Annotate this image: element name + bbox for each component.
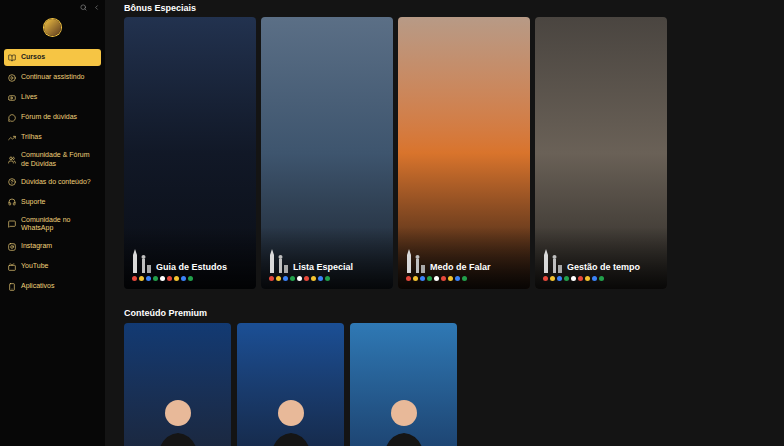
flag-row: [404, 276, 524, 281]
sidebar-item[interactable]: Comunidade & Fórum de Dúvidas: [4, 149, 101, 171]
sidebar-label: Comunidade & Fórum de Dúvidas: [21, 151, 97, 169]
flag-row: [267, 276, 387, 281]
sidebar-label: Trilhas: [21, 133, 42, 142]
person-photo-icon: [148, 383, 208, 446]
premium-row: [124, 323, 784, 446]
course-card[interactable]: Guia de Estudos: [124, 17, 256, 289]
course-card[interactable]: Medo de Falar: [398, 17, 530, 289]
app: Cursos Continuar assistindo Lives Fórum de …: [0, 0, 784, 446]
sidebar-item[interactable]: YouTube: [4, 258, 101, 275]
person-photo-icon: [261, 383, 321, 446]
sidebar-menu: Cursos Continuar assistindo Lives Fórum de …: [0, 49, 105, 295]
menu-icon: [8, 263, 16, 271]
landmarks-icon: [404, 247, 426, 273]
sidebar-label: Lives: [21, 93, 37, 102]
flag-row: [130, 276, 250, 281]
card-title: Gestão de tempo: [567, 263, 640, 273]
menu-icon: [8, 74, 16, 82]
menu-icon: [8, 178, 16, 186]
card-title: Guia de Estudos: [156, 263, 227, 273]
search-icon[interactable]: [80, 4, 87, 11]
sidebar-item[interactable]: Dúvidas do conteúdo?: [4, 174, 101, 191]
menu-icon: [8, 283, 16, 291]
course-card[interactable]: Lista Especial: [261, 17, 393, 289]
bonus-row: Guia de Estudos Lista Especial Medo de Fal…: [124, 17, 784, 289]
sidebar-label: Instagram: [21, 242, 52, 251]
sidebar-item[interactable]: Cursos: [4, 49, 101, 66]
landmarks-icon: [267, 247, 289, 273]
menu-icon: [8, 114, 16, 122]
premium-card[interactable]: [237, 323, 344, 446]
menu-icon: [8, 54, 16, 62]
flag-row: [541, 276, 661, 281]
sidebar-label: Fórum de dúvidas: [21, 113, 77, 122]
card-title: Medo de Falar: [430, 263, 491, 273]
sidebar-item[interactable]: Continuar assistindo: [4, 69, 101, 86]
landmarks-icon: [130, 247, 152, 273]
avatar[interactable]: [44, 19, 61, 36]
sidebar-item[interactable]: Suporte: [4, 194, 101, 211]
sidebar-item[interactable]: Trilhas: [4, 129, 101, 146]
sidebar-item[interactable]: Fórum de dúvidas: [4, 109, 101, 126]
collapse-icon[interactable]: [93, 4, 100, 11]
menu-icon: [8, 243, 16, 251]
menu-icon: [8, 134, 16, 142]
sidebar: Cursos Continuar assistindo Lives Fórum de …: [0, 0, 105, 446]
menu-icon: [8, 198, 16, 206]
section-title: Conteúdo Premium: [124, 306, 784, 320]
sidebar-label: Dúvidas do conteúdo?: [21, 178, 91, 187]
menu-icon: [8, 220, 16, 228]
section-title: Bônus Especiais: [124, 1, 784, 15]
premium-card[interactable]: [124, 323, 231, 446]
sidebar-item[interactable]: Aplicativos: [4, 278, 101, 295]
person-photo-icon: [374, 383, 434, 446]
sidebar-item[interactable]: Comunidade no WhatsApp: [4, 214, 101, 236]
card-title: Lista Especial: [293, 263, 353, 273]
content: Bônus Especiais Guia de Estudos Lista Espe…: [105, 0, 784, 446]
menu-icon: [8, 94, 16, 102]
sidebar-item[interactable]: Instagram: [4, 238, 101, 255]
course-card[interactable]: Gestão de tempo: [535, 17, 667, 289]
premium-card[interactable]: [350, 323, 457, 446]
sidebar-label: Aplicativos: [21, 282, 54, 291]
landmarks-icon: [541, 247, 563, 273]
sidebar-label: Suporte: [21, 198, 46, 207]
menu-icon: [8, 156, 16, 164]
sidebar-label: YouTube: [21, 262, 49, 271]
sidebar-label: Comunidade no WhatsApp: [21, 216, 97, 234]
sidebar-label: Cursos: [21, 53, 45, 62]
sidebar-item[interactable]: Lives: [4, 89, 101, 106]
sidebar-label: Continuar assistindo: [21, 73, 84, 82]
